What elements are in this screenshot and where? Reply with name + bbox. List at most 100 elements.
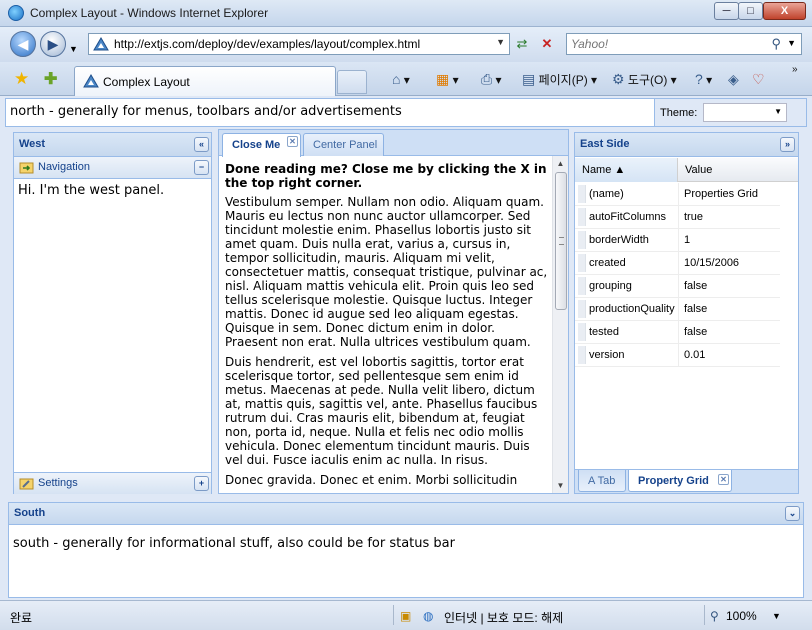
status-divider [393, 605, 394, 625]
theme-label: Theme: [660, 107, 698, 119]
scroll-up-icon[interactable]: ▲ [553, 156, 568, 171]
home-icon[interactable]: ⌂ ▾ [392, 71, 410, 87]
theme-area: Theme: ▼ [654, 99, 806, 126]
column-header-name[interactable]: Name ▲ [575, 158, 678, 182]
help-icon[interactable]: ? ▾ [695, 71, 712, 87]
status-divider [704, 605, 705, 625]
property-row[interactable]: grouping false [575, 275, 780, 298]
url-dropdown-icon[interactable]: ▼ [496, 37, 505, 47]
tab-property-grid[interactable]: Property Grid ✕ [628, 470, 732, 492]
center-paragraph: Vestibulum semper. Nullam non odio. Aliq… [225, 195, 548, 349]
center-panel: Close Me ✕ Center Panel Done reading me?… [218, 129, 569, 494]
south-panel-body: south - generally for informational stuf… [13, 536, 455, 551]
collapse-south-icon[interactable]: ⌄ [785, 506, 800, 521]
history-dropdown-icon[interactable]: ▼ [68, 38, 79, 60]
property-row[interactable]: (name) Properties Grid [575, 183, 780, 206]
add-favorites-icon[interactable]: ✚ [44, 69, 57, 89]
tools-menu-button[interactable]: ⚙ 도구(O) ▾ [612, 71, 677, 88]
close-tab-icon[interactable]: ✕ [718, 474, 729, 485]
expand-settings-icon[interactable]: + [194, 476, 209, 491]
tab-close-me[interactable]: Close Me ✕ [222, 133, 301, 157]
minimize-button[interactable]: ─ [714, 2, 739, 20]
tab-center-panel-label: Center Panel [313, 139, 378, 151]
west-panel-title: West [19, 138, 46, 150]
status-bar: 완료 ▣ ◍ 인터넷 | 보호 모드: 해제 ⚲ 100% ▼ [0, 600, 812, 630]
page-viewport: north - generally for menus, toolbars an… [0, 96, 812, 600]
settings-label: Settings [38, 477, 78, 489]
stop-icon[interactable]: ✕ [536, 33, 558, 55]
center-heading: Done reading me? Close me by clicking th… [225, 162, 547, 190]
center-paragraph: Duis hendrerit, est vel lobortis sagitti… [225, 355, 538, 467]
search-icon[interactable]: ⚲ [771, 36, 781, 52]
center-scrollbar[interactable]: ▲ ▼ [552, 156, 568, 493]
tab-close-me-label: Close Me [232, 139, 281, 151]
search-field[interactable]: ⚲ ▼ [566, 33, 802, 55]
north-text: north - generally for menus, toolbars an… [10, 104, 402, 119]
west-panel: West « Navigation − Hi. I'm the west pan… [13, 132, 212, 494]
property-row[interactable]: tested false [575, 321, 780, 344]
collapse-east-icon[interactable]: » [780, 137, 795, 152]
center-content: Done reading me? Close me by clicking th… [225, 162, 548, 494]
back-button[interactable]: ◀ [10, 31, 36, 57]
address-toolbar: ◀ ▶ ▼ http://extjs.com/deploy/dev/exampl… [0, 27, 812, 62]
navigation-header[interactable]: Navigation − [14, 157, 211, 179]
close-window-button[interactable]: X [763, 2, 806, 20]
tab-a-tab[interactable]: A Tab [578, 470, 626, 492]
window-titlebar: Complex Layout - Windows Internet Explor… [0, 0, 812, 27]
settings-header[interactable]: Settings + [14, 472, 211, 494]
print-icon[interactable]: ⎙ ▾ [481, 71, 502, 88]
south-panel-header: South ⌄ [9, 503, 803, 525]
east-panel-title: East Side [580, 138, 630, 150]
collapse-west-icon[interactable]: « [194, 137, 209, 152]
research-icon[interactable]: ◈ [728, 71, 739, 88]
url-text: http://extjs.com/deploy/dev/examples/lay… [114, 37, 421, 51]
popup-blocker-icon[interactable]: ▣ [400, 609, 411, 623]
east-panel: East Side » Name ▲ Value (name) Propertie… [574, 132, 799, 494]
search-input[interactable] [571, 37, 761, 51]
translate-icon[interactable]: ♡ [752, 71, 765, 88]
scroll-down-icon[interactable]: ▼ [553, 478, 568, 493]
browser-tab-active[interactable]: Complex Layout [74, 66, 336, 96]
scroll-thumb[interactable] [555, 172, 567, 310]
address-field[interactable]: http://extjs.com/deploy/dev/examples/lay… [88, 33, 510, 55]
zoom-level[interactable]: 100% [726, 609, 757, 623]
property-row[interactable]: borderWidth 1 [575, 229, 780, 252]
maximize-button[interactable]: □ [738, 2, 763, 20]
zone-text[interactable]: 인터넷 | 보호 모드: 해제 [444, 609, 563, 626]
feeds-icon[interactable]: ▦ ▾ [436, 71, 459, 88]
forward-button[interactable]: ▶ [40, 31, 66, 57]
theme-dropdown-icon[interactable]: ▼ [774, 107, 782, 116]
internet-zone-icon: ◍ [423, 609, 434, 623]
tools-menu-label: 도구(O) [627, 73, 668, 87]
property-row[interactable]: autoFitColumns true [575, 206, 780, 229]
property-row[interactable]: productionQuality false [575, 298, 780, 321]
page-menu-button[interactable]: ▤ 페이지(P) ▾ [522, 71, 597, 88]
new-tab-button[interactable] [337, 70, 367, 94]
property-row[interactable]: version 0.01 [575, 344, 780, 367]
tab-center-panel[interactable]: Center Panel [303, 133, 384, 156]
tab-toolbar: ★ ✚ Complex Layout ⌂ ▾ ▦ ▾ ⎙ ▾ ▤ 페이지(P) … [0, 62, 812, 96]
west-panel-header: West « [14, 133, 211, 157]
zoom-dropdown-icon[interactable]: ▼ [772, 611, 781, 621]
theme-select[interactable]: ▼ [703, 103, 787, 122]
refresh-icon[interactable]: ⇄ [510, 33, 534, 55]
zoom-icon: ⚲ [710, 609, 719, 623]
status-text: 완료 [10, 611, 33, 625]
collapse-navigation-icon[interactable]: − [194, 160, 209, 175]
north-region: north - generally for menus, toolbars an… [5, 98, 807, 127]
south-panel-title: South [14, 507, 46, 519]
property-grid-header: Name ▲ Value [575, 158, 798, 182]
property-row[interactable]: created 10/15/2006 [575, 252, 780, 275]
page-menu-label: 페이지(P) [538, 73, 588, 87]
scroll-grip-icon [559, 237, 564, 245]
east-tab-strip: A Tab Property Grid ✕ [575, 469, 798, 493]
search-dropdown-icon[interactable]: ▼ [787, 38, 796, 48]
center-paragraph: Donec gravida. Donec et enim. Morbi soll… [225, 473, 518, 487]
toolbar-overflow-icon[interactable]: » [792, 64, 798, 75]
close-tab-icon[interactable]: ✕ [287, 136, 298, 147]
favorites-star-icon[interactable]: ★ [14, 69, 29, 89]
south-panel: South ⌄ south - generally for informatio… [8, 502, 804, 598]
window-title: Complex Layout - Windows Internet Explor… [30, 6, 269, 20]
back-arrow-icon: ◀ [17, 36, 29, 52]
settings-folder-icon [19, 478, 34, 490]
